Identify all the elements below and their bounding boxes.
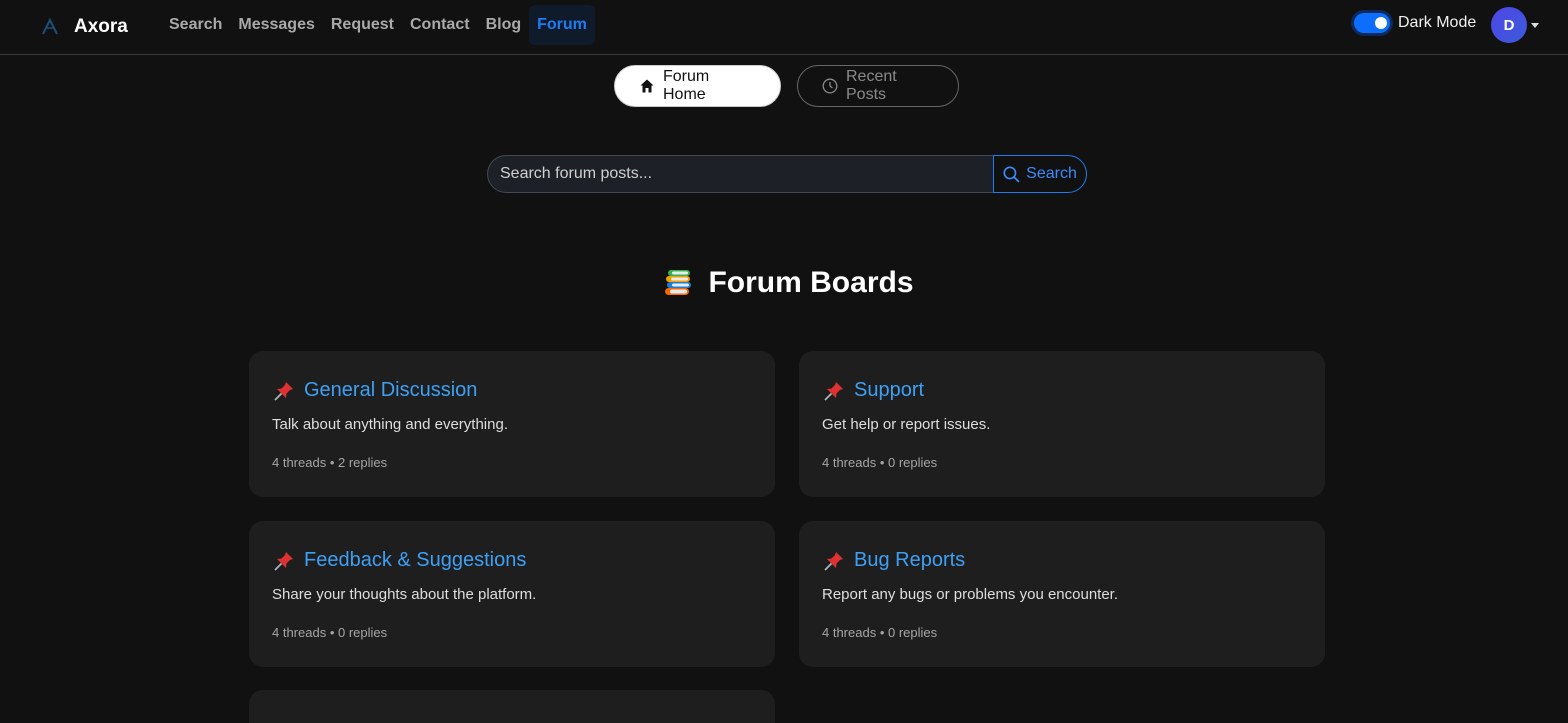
board-card[interactable]: Bug Reports Report any bugs or problems … [799, 521, 1325, 667]
board-title[interactable]: Feedback & Suggestions [304, 549, 526, 572]
pushpin-icon [274, 551, 293, 571]
dark-mode-switch[interactable] [1354, 13, 1390, 33]
nav-messages[interactable]: Messages [230, 5, 323, 45]
axora-logo-icon [42, 17, 58, 35]
nav-blog[interactable]: Blog [478, 5, 530, 45]
search-icon [1003, 165, 1020, 183]
search-button[interactable]: Search [993, 155, 1087, 193]
navbar: Axora Search Messages Request Contact Bl… [0, 0, 1568, 55]
caret-down-icon [1531, 22, 1539, 28]
pushpin-icon [824, 381, 843, 401]
forum-tabs: Forum Home Recent Posts [614, 65, 959, 107]
board-card[interactable]: Feedback & Suggestions Share your though… [249, 521, 775, 667]
dark-mode-toggle[interactable]: Dark Mode [1354, 13, 1476, 33]
tab-forum-home[interactable]: Forum Home [614, 65, 781, 107]
nav-forum[interactable]: Forum [529, 5, 595, 45]
avatar[interactable]: D [1491, 7, 1527, 43]
pushpin-icon [824, 551, 843, 571]
board-stats: 4 threads • 2 replies [272, 455, 388, 470]
board-description: Talk about anything and everything. [272, 416, 508, 433]
dark-mode-label: Dark Mode [1398, 14, 1477, 31]
nav-search[interactable]: Search [161, 5, 230, 45]
board-description: Get help or report issues. [822, 416, 991, 433]
board-title[interactable]: General Discussion [304, 379, 477, 402]
nav-links: Search Messages Request Contact Blog For… [161, 5, 595, 45]
board-card[interactable]: General Discussion Talk about anything a… [249, 351, 775, 497]
board-card[interactable]: Support Get help or report issues. 4 thr… [799, 351, 1325, 497]
board-description: Report any bugs or problems you encounte… [822, 586, 1119, 603]
brand[interactable]: Axora [40, 13, 128, 41]
board-stats: 4 threads • 0 replies [822, 455, 938, 470]
board-title[interactable]: Bug Reports [854, 549, 965, 572]
forum-boards-heading: Forum Boards [0, 266, 1568, 300]
board-title[interactable]: Support [854, 379, 924, 402]
clock-icon [822, 78, 838, 94]
search-input[interactable] [487, 155, 993, 193]
tab-forum-home-label: Forum Home [663, 68, 710, 103]
user-menu[interactable]: D [1491, 7, 1539, 43]
board-description: Share your thoughts about the platform. [272, 586, 537, 603]
board-stats: 4 threads • 0 replies [272, 625, 388, 640]
search-button-label: Search [1026, 165, 1077, 182]
home-icon [640, 79, 654, 93]
pushpin-icon [274, 381, 293, 401]
nav-request[interactable]: Request [323, 5, 402, 45]
tab-recent-posts-label: Recent Posts [846, 68, 897, 103]
board-card[interactable] [249, 690, 775, 723]
board-stats: 4 threads • 0 replies [822, 625, 938, 640]
forum-search: Search [487, 155, 1087, 193]
books-icon [665, 270, 692, 295]
page-title: Forum Boards [708, 266, 914, 299]
brand-name: Axora [74, 16, 128, 37]
nav-contact[interactable]: Contact [402, 5, 478, 45]
tab-recent-posts[interactable]: Recent Posts [797, 65, 959, 107]
